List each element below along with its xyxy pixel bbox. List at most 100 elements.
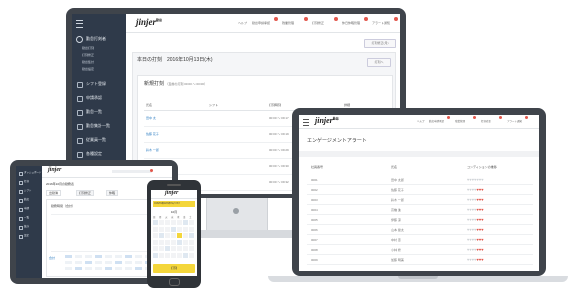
header-nav-item[interactable]: 打刻修正 [481, 120, 491, 124]
header-nav-item[interactable]: ヘルプ [417, 120, 425, 124]
calendar-day-cell[interactable] [171, 246, 176, 251]
calendar-day-cell[interactable] [189, 220, 194, 225]
calendar-day-cell[interactable] [177, 226, 182, 232]
grid-cell[interactable] [75, 267, 82, 270]
calendar-day-cell[interactable] [189, 246, 194, 251]
calendar-day-cell[interactable] [183, 233, 188, 238]
grid-cell[interactable] [135, 267, 142, 270]
phone-stamp-button[interactable]: 打刻 [153, 264, 195, 273]
calendar-day-cell[interactable] [171, 233, 176, 238]
grid-cell[interactable] [75, 255, 82, 258]
grid-cell[interactable] [65, 261, 72, 264]
calendar-day-cell[interactable] [183, 239, 188, 245]
sidebar-sub-item[interactable]: 勤怠打刻 [82, 46, 94, 50]
calendar-day-cell[interactable] [189, 226, 194, 232]
sidebar-item[interactable]: 申請承認 [72, 93, 126, 105]
grid-cell[interactable] [125, 255, 132, 258]
sidebar-item[interactable]: 一覧 [18, 215, 42, 223]
calendar-day-cell[interactable] [177, 220, 182, 225]
employee-name-link[interactable]: 佐藤 花子 [146, 132, 159, 136]
menu-icon[interactable] [303, 119, 309, 126]
phone-alert-text[interactable]: 未承認の勤怠申請があります [153, 201, 195, 207]
calendar-day-cell[interactable] [177, 233, 182, 238]
grid-cell[interactable] [115, 255, 122, 258]
calendar-day-cell[interactable] [189, 239, 194, 245]
calendar-day-cell[interactable] [165, 220, 170, 225]
header-nav-item[interactable]: アラート通知 [372, 21, 390, 25]
grid-cell[interactable] [105, 261, 112, 264]
calendar-day-cell[interactable] [165, 233, 170, 238]
grid-cell[interactable] [115, 267, 122, 270]
grid-cell[interactable] [85, 255, 92, 258]
sidebar-item[interactable]: シフト [18, 188, 42, 196]
calendar-day-cell[interactable] [159, 233, 164, 238]
grid-cell[interactable] [115, 261, 122, 264]
calendar-day-cell[interactable] [153, 233, 158, 238]
tablet-tab[interactable]: 打刻修正 [76, 190, 95, 196]
calendar-day-cell[interactable] [183, 226, 188, 232]
calendar-day-cell[interactable] [171, 220, 176, 225]
calendar-day-cell[interactable] [159, 252, 164, 258]
sidebar-item[interactable]: ダッシュボード [18, 170, 42, 178]
calendar-day-cell[interactable] [189, 233, 194, 238]
calendar-day-cell[interactable] [171, 239, 176, 245]
calendar-day-cell[interactable] [177, 252, 182, 258]
header-nav-item[interactable]: 残業管理 [455, 120, 465, 124]
phone-home-button[interactable] [169, 278, 180, 286]
calendar-day-cell[interactable] [159, 246, 164, 251]
calendar-day-cell[interactable] [153, 220, 158, 225]
calendar-day-cell[interactable] [159, 220, 164, 225]
employee-name-link[interactable]: 鈴木 一郎 [146, 148, 159, 152]
sidebar-item[interactable]: 従業員一覧 [72, 135, 126, 147]
grid-cell[interactable] [135, 255, 142, 258]
calendar-day-cell[interactable] [153, 226, 158, 232]
calendar-day-cell[interactable] [177, 239, 182, 245]
header-nav-item[interactable]: アラート通知 [507, 120, 522, 124]
sidebar-item[interactable]: 申請 [18, 206, 42, 214]
panel-link-button[interactable]: 打刻へ [367, 58, 391, 67]
header-nav-item[interactable]: ヘルプ [238, 21, 247, 25]
calendar-day-cell[interactable] [159, 226, 164, 232]
calendar-day-cell[interactable] [165, 252, 170, 258]
sidebar-item[interactable]: 勤怠 [18, 197, 42, 205]
calendar-day-cell[interactable] [165, 226, 170, 232]
monitor-top-button[interactable]: 打刻修正(月) [364, 39, 396, 48]
calendar-day-cell[interactable] [171, 252, 176, 258]
sidebar-item[interactable]: 打刻 [18, 179, 42, 187]
calendar-day-cell[interactable] [165, 239, 170, 245]
calendar-day-cell[interactable] [159, 239, 164, 245]
grid-cell[interactable] [105, 267, 112, 270]
sidebar-item[interactable]: 集計 [18, 224, 42, 232]
grid-cell[interactable] [95, 261, 102, 264]
calendar-day-cell[interactable] [189, 252, 194, 258]
sidebar-sub-item[interactable]: 打刻修正 [82, 53, 94, 57]
header-nav-item[interactable]: 打刻修正 [312, 21, 324, 25]
calendar-day-cell[interactable] [171, 226, 176, 232]
header-nav-item[interactable]: 勤怠申請承認 [429, 120, 444, 124]
grid-cell[interactable] [95, 255, 102, 258]
calendar-day-cell[interactable] [153, 252, 158, 258]
calendar-day-cell[interactable] [153, 246, 158, 251]
sidebar-sub-item[interactable]: 勤怠集計 [82, 60, 94, 64]
sidebar-sub-item[interactable]: 勤怠設定 [82, 67, 94, 71]
sidebar-item[interactable]: 勤怠集計一覧 [72, 121, 126, 133]
grid-cell[interactable] [95, 267, 102, 270]
sidebar-section-title[interactable]: 勤怠打刻者 [86, 36, 106, 41]
header-nav-item[interactable]: 勤怠申請承認 [252, 21, 270, 25]
sidebar-item[interactable]: シフト登録 [72, 79, 126, 91]
grid-cell[interactable] [125, 267, 132, 270]
calendar-day-cell[interactable] [183, 220, 188, 225]
employee-name-link[interactable]: 田中 太 [146, 116, 156, 120]
calendar-day-cell[interactable] [183, 252, 188, 258]
sidebar-item[interactable]: 勤怠一覧 [72, 107, 126, 119]
header-nav-item[interactable]: 残業管理 [282, 21, 294, 25]
calendar-day-cell[interactable] [177, 246, 182, 251]
header-nav-item[interactable]: 休日休暇管理 [342, 21, 360, 25]
grid-cell[interactable] [85, 267, 92, 270]
grid-cell[interactable] [105, 255, 112, 258]
calendar-day-cell[interactable] [153, 239, 158, 245]
calendar-day-cell[interactable] [165, 246, 170, 251]
menu-icon[interactable] [76, 20, 83, 28]
tablet-tab[interactable]: 出勤簿 [46, 190, 62, 196]
grid-cell[interactable] [65, 255, 72, 258]
